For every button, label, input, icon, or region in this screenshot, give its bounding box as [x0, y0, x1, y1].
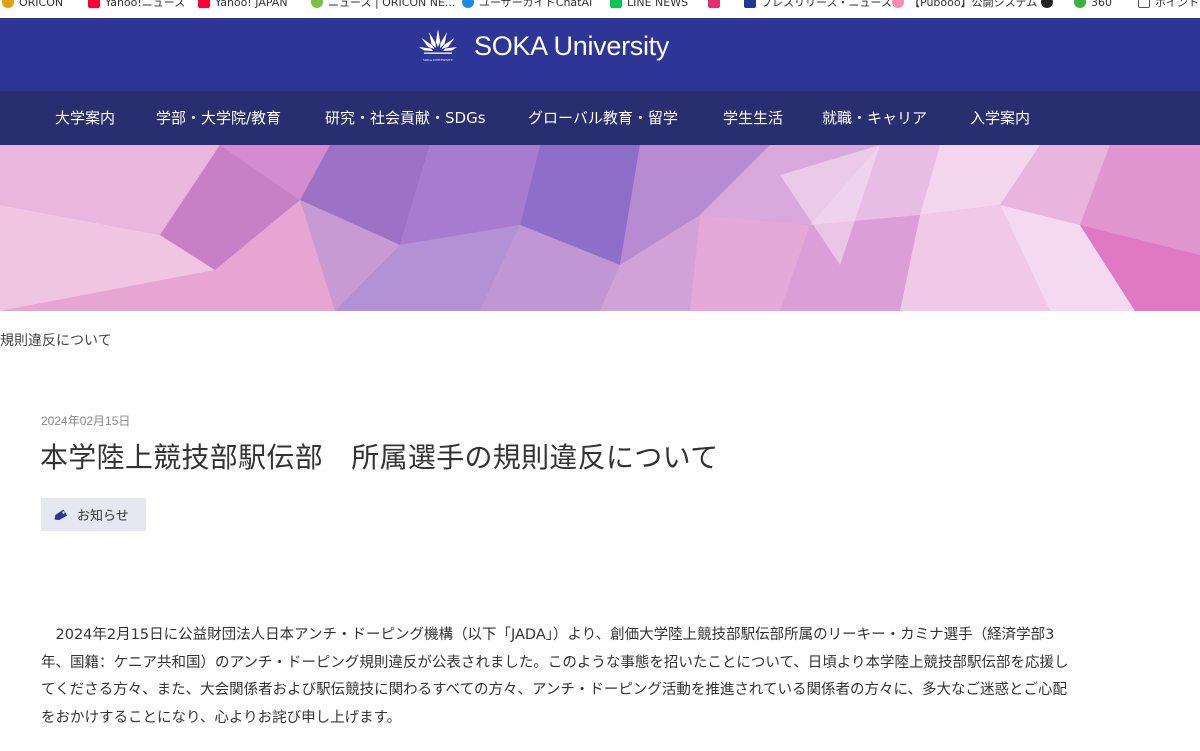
360-icon	[1074, 0, 1086, 8]
yahoo-icon	[88, 0, 100, 8]
breadcrumb: 規則違反について	[0, 333, 112, 349]
bookmarks-bar: ORICON Yahoo!ニュース Yahoo! JAPAN ニュース | OR…	[0, 0, 1200, 18]
site-header: SOKA UNIVERSITY SOKA University	[0, 18, 1200, 91]
bookmark-circle[interactable]	[1041, 0, 1058, 11]
nav-item-research[interactable]: 研究・社会貢献・SDGs	[325, 91, 486, 145]
global-nav: 大学案内 学部・大学院/教育 研究・社会貢献・SDGs グローバル教育・留学 学…	[0, 91, 1200, 145]
yahoo-icon	[198, 0, 210, 8]
site-title: SOKA University	[474, 30, 670, 61]
circle-icon	[1041, 0, 1053, 8]
nav-item-faculties[interactable]: 学部・大学院/教育	[156, 91, 281, 145]
bookmark-yahoo-news[interactable]: Yahoo!ニュース	[88, 0, 185, 11]
bookmark-press-release[interactable]: プレスリリース・ニュース...	[744, 0, 902, 11]
category-label: お知らせ	[77, 509, 129, 524]
bookmark-pubooo[interactable]: 【Pubooo】公開システム	[892, 0, 1037, 11]
article-body: 2024年2月15日に公益財団法人日本アンチ・ドーピング機構（以下「JADA」）…	[41, 622, 1071, 732]
bookmark-point[interactable]: ポイント	[1138, 0, 1199, 11]
pig-icon	[892, 0, 904, 8]
soka-emblem-icon: SOKA UNIVERSITY	[419, 29, 457, 62]
nav-item-admissions[interactable]: 入学案内	[970, 91, 1030, 145]
bookmark-360[interactable]: 360	[1074, 0, 1112, 11]
article-paragraph: 2024年2月15日に公益財団法人日本アンチ・ドーピング機構（以下「JADA」）…	[41, 627, 1069, 726]
site-logo[interactable]: SOKA UNIVERSITY SOKA University	[418, 26, 669, 66]
nav-item-career[interactable]: 就職・キャリア	[822, 91, 927, 145]
bookmark-oricon-news[interactable]: ニュース | ORICON NE...	[311, 0, 455, 11]
bookmark-line-news[interactable]: LINE NEWS	[610, 0, 688, 11]
bookmark-yahoo-japan[interactable]: Yahoo! JAPAN	[198, 0, 288, 11]
chat-icon	[462, 0, 474, 8]
nav-item-global[interactable]: グローバル教育・留学	[528, 91, 678, 145]
category-tag[interactable]: お知らせ	[41, 498, 146, 531]
bookmark-chatai[interactable]: ユーザーガイドChatAI	[462, 0, 592, 11]
tag-icon	[54, 508, 68, 520]
nav-item-about[interactable]: 大学案内	[55, 91, 115, 145]
instagram-icon	[708, 0, 720, 8]
bookmark-instagram[interactable]	[708, 0, 725, 11]
page-title: 本学陸上競技部駅伝部 所属選手の規則違反について	[40, 441, 719, 474]
pr-icon	[744, 0, 756, 8]
bookmark-oricon[interactable]: ORICON	[2, 0, 63, 11]
svg-text:SOKA UNIVERSITY: SOKA UNIVERSITY	[423, 58, 454, 62]
nav-item-student-life[interactable]: 学生生活	[723, 91, 783, 145]
page-icon	[1138, 0, 1150, 8]
post-date: 2024年02月15日	[41, 414, 131, 428]
oricon-icon	[311, 0, 323, 8]
hero-banner	[0, 145, 1200, 311]
polygon-pattern-image	[0, 145, 1200, 311]
line-icon	[610, 0, 622, 8]
oricon-icon	[2, 0, 14, 8]
